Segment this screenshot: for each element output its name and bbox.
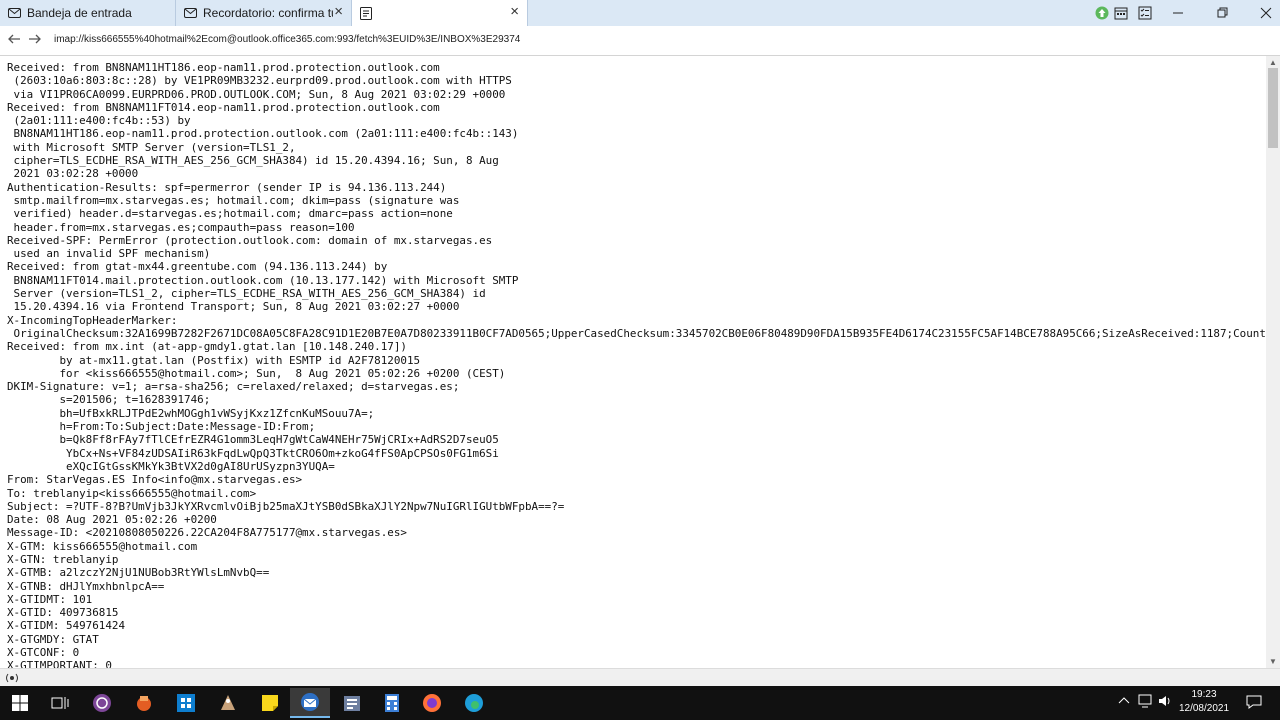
activity-icon (6, 673, 18, 683)
header-line: From: StarVegas.ES Info<info@mx.starvega… (7, 473, 303, 487)
update-available-icon[interactable] (1092, 3, 1112, 23)
clipboard-app-icon[interactable] (332, 688, 372, 718)
header-line: used an invalid SPF mechanism) (7, 247, 211, 261)
header-line: Subject: =?UTF-8?B?UmVjb3JkYXRvcmlvOiBjb… (7, 499, 565, 513)
restore-icon[interactable] (1213, 3, 1233, 23)
header-line: bh=UfBxkRLJTPdE2whMOGgh1vWSyjKxz1ZfcnKuM… (7, 406, 375, 420)
message-headers: Received: from BN8NAM11HT186.eop-nam11.p… (0, 56, 1266, 668)
header-line: eXQcIGtGssKMkYk3BtVX2d0gAI8UrUSyzpn3YUQA… (7, 459, 335, 473)
tab-message-source[interactable]: × (352, 0, 528, 26)
header-line: 2021 03:02:28 +0000 (7, 167, 139, 181)
header-line: X-GTCONF: 0 (7, 646, 80, 660)
back-icon[interactable] (7, 32, 21, 50)
header-line: X-GTM: kiss666555@hotmail.com (7, 539, 198, 553)
header-line: OriginalChecksum:32A1699B7282F2671DC08A0… (7, 326, 1266, 340)
header-line: X-GTN: treblanyip (7, 552, 119, 566)
message-source-icon (360, 6, 372, 20)
header-line: cipher=TLS_ECDHE_RSA_WITH_AES_256_GCM_SH… (7, 154, 499, 168)
header-line: h=From:To:Subject:Date:Message-ID:From; (7, 420, 316, 434)
header-line: Date: 08 Aug 2021 05:02:26 +0200 (7, 513, 217, 527)
header-line: Received: from BN8NAM11FT014.eop-nam11.p… (7, 100, 440, 114)
header-line: Message-ID: <20210808050226.22CA204F8A77… (7, 526, 407, 540)
header-line: X-GTGMDY: GTAT (7, 632, 99, 646)
header-line: YbCx+Ns+VF84zUDSAIiR63kFqdLwQpQ3TktCRO6O… (7, 446, 499, 460)
header-line: X-GTMB: a2lzczY2NjU1NUBob3RtYWlsLmNvbQ== (7, 566, 270, 580)
show-hidden-icons[interactable] (1118, 694, 1130, 708)
header-line: s=201506; t=1628391746; (7, 393, 211, 407)
header-line: 15.20.4394.16 via Frontend Transport; Su… (7, 300, 460, 314)
header-line: Received-SPF: PermError (protection.outl… (7, 233, 493, 247)
scroll-down-icon[interactable]: ▼ (1269, 657, 1277, 666)
address-bar: imap://kiss666555%40hotmail%2Ecom@outloo… (0, 26, 1280, 56)
header-line: via VI1PR06CA0099.EURPRD06.PROD.OUTLOOK.… (7, 87, 506, 101)
header-line: with Microsoft SMTP Server (version=TLS1… (7, 140, 296, 154)
header-line: Server (version=TLS1_2, cipher=TLS_ECDHE… (7, 287, 486, 301)
close-window-icon[interactable] (1256, 3, 1276, 23)
header-line: for <kiss666555@hotmail.com>; Sun, 8 Aug… (7, 366, 506, 380)
header-line: header.from=mx.starvegas.es;compauth=pas… (7, 220, 355, 234)
url-field[interactable]: imap://kiss666555%40hotmail%2Ecom@outloo… (54, 34, 520, 45)
tab-bar: Bandeja de entrada Recordatorio: confirm… (0, 0, 1280, 26)
close-tab-icon[interactable]: × (334, 4, 343, 20)
tab-title: Recordatorio: confirma tu d (203, 6, 333, 20)
forward-icon[interactable] (28, 32, 42, 50)
network-app-icon[interactable] (166, 688, 206, 718)
minimize-icon[interactable] (1168, 3, 1188, 23)
status-bar (0, 668, 1280, 687)
header-line: DKIM-Signature: v=1; a=rsa-sha256; c=rel… (7, 380, 460, 394)
scroll-up-icon[interactable]: ▲ (1269, 58, 1277, 67)
task-view-icon[interactable] (40, 688, 80, 718)
tab-title: Bandeja de entrada (27, 6, 132, 20)
header-line: b=Qk8Ff8rFAy7fTlCEfrEZR4G1omm3LeqH7gWtCa… (7, 433, 499, 447)
tab-reminder[interactable]: Recordatorio: confirma tu d × (176, 0, 352, 26)
header-line: Received: from gtat-mx44.greentube.com (… (7, 260, 388, 274)
firefox-icon[interactable] (412, 688, 452, 718)
envelope-icon (8, 8, 21, 18)
tab-inbox[interactable]: Bandeja de entrada (0, 0, 176, 26)
tasks-icon[interactable] (1135, 3, 1155, 23)
header-line: X-IncomingTopHeaderMarker: (7, 313, 178, 327)
header-line: (2603:10a6:803:8c::28) by VE1PR09MB3232.… (7, 74, 512, 88)
header-line: Authentication-Results: spf=permerror (s… (7, 180, 447, 194)
windows-taskbar: 19:23 12/08/2021 (0, 686, 1280, 720)
message-source-view[interactable]: Received: from BN8NAM11HT186.eop-nam11.p… (0, 56, 1266, 668)
scrollbar-thumb[interactable] (1268, 68, 1278, 148)
edge-icon[interactable] (454, 688, 494, 718)
calculator-icon[interactable] (372, 688, 412, 718)
clock-time: 19:23 (1191, 689, 1217, 700)
header-line: To: treblanyip<kiss666555@hotmail.com> (7, 486, 257, 500)
inkscape-icon[interactable] (208, 688, 248, 718)
network-icon[interactable] (1138, 694, 1154, 711)
sticky-notes-icon[interactable] (250, 688, 290, 718)
tor-browser-icon[interactable] (82, 688, 122, 718)
header-line: X-GTID: 409736815 (7, 606, 119, 620)
header-line: verified) header.d=starvegas.es;hotmail.… (7, 207, 453, 221)
header-line: by at-mx11.gtat.lan (Postfix) with ESMTP… (7, 353, 421, 367)
header-line: (2a01:111:e400:fc4b::53) by (7, 114, 191, 128)
header-line: BN8NAM11HT186.eop-nam11.prod.protection.… (7, 127, 519, 141)
system-clock[interactable]: 19:23 12/08/2021 (1164, 688, 1244, 716)
clock-date: 12/08/2021 (1178, 703, 1230, 714)
header-line: smtp.mailfrom=mx.starvegas.es; hotmail.c… (7, 193, 460, 207)
header-line: X-GTNB: dHJlYmxhbnlpcA== (7, 579, 165, 593)
envelope-icon (184, 8, 197, 18)
notifications-icon[interactable] (1246, 695, 1262, 712)
header-line: X-GTIDMT: 101 (7, 592, 93, 606)
header-line: BN8NAM11FT014.mail.protection.outlook.co… (7, 273, 519, 287)
header-line: Received: from mx.int (at-app-gmdy1.gtat… (7, 340, 407, 354)
header-line: X-GTIMPORTANT: 0 (7, 659, 112, 668)
header-line: X-GTIDM: 549761424 (7, 619, 126, 633)
close-tab-icon[interactable]: × (510, 4, 519, 20)
thunderbird-icon[interactable] (290, 688, 330, 718)
start-button[interactable] (0, 688, 40, 718)
calendar-icon[interactable] (1111, 3, 1131, 23)
header-line: Received: from BN8NAM11HT186.eop-nam11.p… (7, 61, 440, 74)
fiddler-icon[interactable] (124, 688, 164, 718)
vertical-scrollbar[interactable]: ▲ ▼ (1266, 56, 1280, 668)
